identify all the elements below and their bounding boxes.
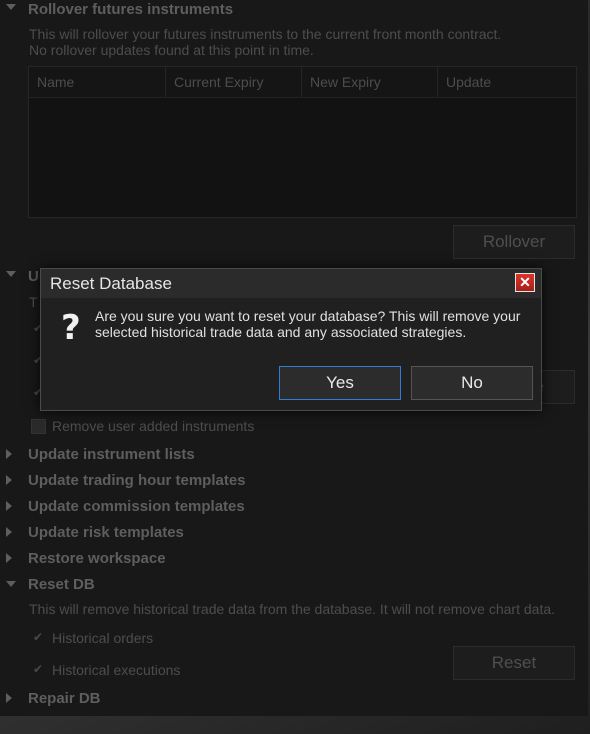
- rollover-button[interactable]: Rollover: [453, 225, 575, 259]
- column-header-name[interactable]: Name: [29, 67, 166, 97]
- collapse-arrow-icon[interactable]: [6, 4, 16, 10]
- close-icon[interactable]: ✕: [515, 273, 535, 292]
- section-restore-workspace[interactable]: Restore workspace: [28, 550, 166, 567]
- no-button[interactable]: No: [411, 366, 533, 400]
- rollover-grid[interactable]: Name Current Expiry New Expiry Update: [28, 66, 577, 218]
- expand-arrow-icon[interactable]: [6, 553, 12, 563]
- expand-arrow-icon[interactable]: [6, 693, 12, 703]
- collapse-arrow-icon[interactable]: [6, 271, 16, 277]
- collapse-arrow-icon[interactable]: [6, 581, 16, 587]
- column-header-update[interactable]: Update: [438, 67, 576, 97]
- section-update-trading-hour-templates[interactable]: Update trading hour templates: [28, 472, 246, 489]
- dialog-message: Are you sure you want to reset your data…: [95, 308, 521, 340]
- expand-arrow-icon[interactable]: [6, 449, 12, 459]
- question-icon: ?: [61, 308, 81, 348]
- column-header-current-expiry[interactable]: Current Expiry: [166, 67, 302, 97]
- section-update-instrument-lists[interactable]: Update instrument lists: [28, 446, 195, 463]
- section-update-risk-templates[interactable]: Update risk templates: [28, 524, 184, 541]
- rollover-description-1: This will rollover your futures instrume…: [29, 26, 502, 42]
- column-header-new-expiry[interactable]: New Expiry: [302, 67, 438, 97]
- historical-orders-label: Historical orders: [52, 630, 154, 646]
- expand-arrow-icon[interactable]: [6, 527, 12, 537]
- remove-user-instruments-label: Remove user added instruments: [52, 418, 255, 434]
- rollover-description-2: No rollover updates found at this point …: [29, 42, 314, 58]
- section-reset-db[interactable]: Reset DB: [28, 576, 95, 593]
- reset-db-description: This will remove historical trade data f…: [29, 601, 556, 617]
- dialog-body: ? Are you sure you want to reset your da…: [41, 298, 541, 410]
- rollover-grid-header: Name Current Expiry New Expiry Update: [29, 67, 576, 98]
- section-update-commission-templates[interactable]: Update commission templates: [28, 498, 245, 515]
- update-section-desc-partial: T: [29, 294, 38, 310]
- expand-arrow-icon[interactable]: [6, 501, 12, 511]
- update-section-title-partial[interactable]: U: [28, 268, 39, 285]
- section-repair-db[interactable]: Repair DB: [28, 690, 101, 707]
- reset-button[interactable]: Reset: [453, 646, 575, 680]
- checkmark-icon[interactable]: ✔: [33, 663, 45, 675]
- expand-arrow-icon[interactable]: [6, 475, 12, 485]
- historical-executions-label: Historical executions: [52, 662, 181, 678]
- yes-button[interactable]: Yes: [279, 366, 401, 400]
- checkmark-icon[interactable]: ✔: [33, 631, 45, 643]
- dialog-title: Reset Database: [50, 274, 172, 293]
- reset-database-dialog: Reset Database ✕ ? Are you sure you want…: [40, 268, 542, 411]
- rollover-section-title[interactable]: Rollover futures instruments: [28, 1, 233, 18]
- remove-user-instruments-checkbox[interactable]: [31, 419, 46, 434]
